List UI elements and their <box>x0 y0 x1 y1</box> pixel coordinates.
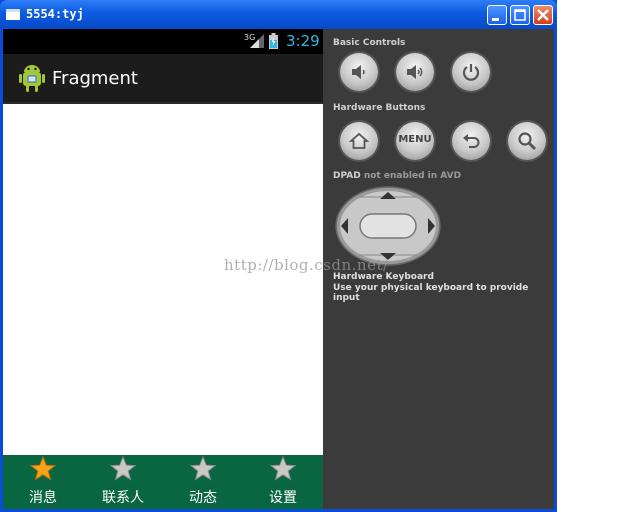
power-icon <box>462 64 480 81</box>
maximize-icon <box>514 9 526 21</box>
bottom-tab-bar: 消息 联系人 动态 设置 <box>3 455 323 509</box>
close-icon <box>537 9 549 21</box>
volume-down-button[interactable] <box>340 53 378 91</box>
dpad-label: DPAD not enabled in AVD <box>333 171 462 181</box>
android-app-icon[interactable] <box>18 63 46 93</box>
menu-label: MENU <box>398 134 432 145</box>
menu-button[interactable]: MENU <box>396 122 434 160</box>
maximize-button[interactable] <box>510 5 530 25</box>
clock: 3:29 <box>286 32 320 50</box>
minimize-button[interactable] <box>487 5 507 25</box>
star-icon <box>110 456 136 481</box>
tab-settings[interactable]: 设置 <box>243 455 323 509</box>
search-icon <box>518 132 537 151</box>
back-button[interactable] <box>452 122 490 160</box>
battery-icon <box>269 33 278 49</box>
tab-label: 动态 <box>189 490 217 506</box>
status-bar: 3G 3:29 <box>3 29 323 54</box>
home-button[interactable] <box>340 122 378 160</box>
signal-icon <box>250 34 264 48</box>
basic-controls-label: Basic Controls <box>333 38 406 48</box>
tab-contacts[interactable]: 联系人 <box>83 455 163 509</box>
star-icon <box>270 456 296 481</box>
home-icon <box>349 132 369 149</box>
hardware-buttons-label: Hardware Buttons <box>333 103 426 113</box>
tab-messages[interactable]: 消息 <box>3 455 83 509</box>
tab-label: 联系人 <box>102 490 144 506</box>
dpad-control[interactable] <box>335 186 441 266</box>
window-icon <box>6 9 20 20</box>
tab-label: 消息 <box>29 490 57 506</box>
tab-label: 设置 <box>269 490 297 506</box>
action-bar-title: Fragment <box>52 68 138 89</box>
star-icon <box>190 456 216 481</box>
volume-down-icon <box>352 65 365 79</box>
close-button[interactable] <box>533 5 553 25</box>
search-button[interactable] <box>508 122 546 160</box>
window-title-bar[interactable]: 5554:tyj <box>0 0 557 29</box>
watermark: http://blog.csdn.net/ <box>224 256 389 274</box>
fragment-content <box>3 104 323 455</box>
tab-activity[interactable]: 动态 <box>163 455 243 509</box>
volume-up-button[interactable] <box>396 53 434 91</box>
window-title: 5554:tyj <box>26 7 84 21</box>
action-bar: Fragment <box>3 54 323 104</box>
power-button[interactable] <box>452 53 490 91</box>
back-icon <box>463 134 480 148</box>
hardware-keyboard-description: Use your physical keyboard to provide in… <box>333 283 529 303</box>
minimize-icon <box>492 18 499 21</box>
star-selected-icon <box>30 456 56 481</box>
volume-up-icon <box>407 65 423 79</box>
